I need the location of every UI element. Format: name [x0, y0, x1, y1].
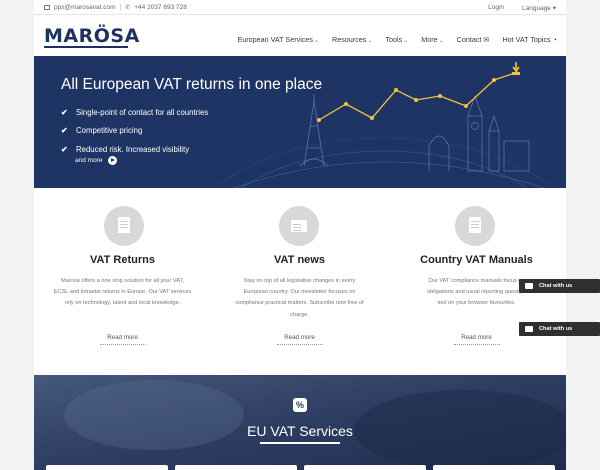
chevron-down-icon: ⌄ [367, 38, 373, 44]
nav-item-tools[interactable]: Tools⌄ [385, 35, 408, 44]
login-link[interactable]: Login [488, 4, 504, 12]
description-line: European country. Our newsletter focuses… [243, 289, 356, 296]
language-dropdown[interactable]: Language ▾ [522, 4, 556, 12]
description-line: rely on technology, talent and local kno… [64, 300, 181, 307]
phone-icon: ✆ [125, 5, 131, 11]
hero-title: All European VAT returns in one place [61, 76, 323, 93]
description-line: charge. [290, 311, 309, 318]
services-section: % EU VAT Services [34, 375, 566, 470]
nav-label: European VAT Services [237, 35, 313, 44]
page: pps@marosavat.com | ✆ +44 2037 693 728 L… [0, 0, 600, 470]
service-card[interactable] [304, 465, 426, 470]
logo[interactable]: MARÖSA [44, 25, 140, 47]
top-links: Login Language ▾ [488, 4, 556, 12]
contact-info: pps@marosavat.com | ✆ +44 2037 693 728 [44, 4, 187, 11]
chevron-down-icon: ▾ [552, 5, 556, 12]
percent-icon: % [293, 398, 307, 412]
chat-label: Chat with us [539, 326, 573, 332]
description-line: compliance practical matters. Subscribe … [235, 300, 364, 307]
main-nav: European VAT Services⌄ Resources⌄ Tools⌄… [237, 35, 557, 44]
hero-benefits: ✔ Single-point of contact for all countri… [61, 103, 208, 159]
hero-benefit: ✔ Single-point of contact for all countri… [61, 103, 208, 122]
nav-label: Hot VAT Topics [502, 35, 551, 44]
email-link[interactable]: pps@marosavat.com [54, 4, 116, 11]
nav-label: Resources [332, 35, 367, 44]
envelope-icon [44, 5, 50, 10]
nav-label: Contact [456, 35, 482, 44]
document-icon [104, 206, 144, 246]
service-card[interactable] [433, 465, 555, 470]
description-line: tool on your browser favourites. [437, 300, 516, 307]
language-label: Language [522, 5, 551, 12]
chat-label: Chat with us [539, 283, 573, 289]
description-line: ECSL and Intrastat returns in Europe. Ou… [53, 289, 192, 296]
news-icon [279, 206, 319, 246]
nav-item-more[interactable]: More⌄ [421, 35, 443, 44]
site-header: MARÖSA European VAT Services⌄ Resources⌄… [34, 15, 566, 56]
service-card[interactable] [46, 465, 168, 470]
nav-item-european-vat-services[interactable]: European VAT Services⌄ [237, 35, 319, 44]
chevron-down-icon: ⌄ [403, 38, 409, 44]
feature-title: VAT news [274, 254, 325, 266]
feature-title: VAT Returns [90, 254, 155, 266]
separator: | [119, 4, 122, 11]
check-icon: ✔ [61, 107, 68, 117]
chat-button[interactable]: Chat with us [519, 322, 600, 336]
services-title: EU VAT Services [247, 423, 353, 439]
hero-banner: All European VAT returns in one place ✔ S… [34, 56, 566, 188]
play-circle-icon [108, 156, 118, 165]
read-more-link[interactable]: Read more [34, 334, 211, 345]
envelope-icon: ✉ [483, 35, 490, 44]
description-line: Marosa offers a one stop solution for al… [61, 278, 184, 284]
benefit-text: Single-point of contact for all countrie… [76, 107, 209, 117]
read-more-link[interactable]: Read more [211, 334, 388, 345]
phone-number[interactable]: +44 2037 693 728 [134, 4, 187, 11]
check-icon: ✔ [61, 144, 68, 154]
feature-title: Country VAT Manuals [420, 254, 533, 266]
benefit-text: Competitive pricing [76, 126, 143, 136]
feature-description: Stay on top of all legislative changes i… [227, 276, 372, 321]
logo-underline [44, 46, 128, 48]
nav-label: More [421, 35, 438, 44]
rss-icon: ◔ [552, 35, 557, 44]
features-section: VAT Returns Marosa offers a one stop sol… [34, 188, 566, 375]
nav-item-contact[interactable]: Contact ✉ [457, 35, 490, 44]
nav-item-hot-vat-topics[interactable]: Hot VAT Topics ◔ [502, 35, 557, 44]
service-card[interactable] [175, 465, 297, 470]
title-divider [260, 442, 340, 444]
nav-item-resources[interactable]: Resources⌄ [332, 35, 372, 44]
feature-description: Marosa offers a one stop solution for al… [50, 276, 195, 310]
manual-icon [455, 206, 495, 246]
hero-benefit: ✔ Competitive pricing [61, 122, 208, 141]
check-icon: ✔ [61, 126, 68, 136]
nav-label: Tools [385, 35, 403, 44]
description-line: Stay on top of all legislative changes i… [243, 278, 356, 284]
and-more-label: and more [75, 157, 103, 164]
benefit-text: Reduced risk. Increased visibility [76, 144, 190, 154]
chat-button[interactable]: Chat with us [519, 279, 600, 293]
and-more-link[interactable]: and more [75, 156, 118, 165]
chevron-down-icon: ⌄ [313, 38, 320, 44]
top-bar: pps@marosavat.com | ✆ +44 2037 693 728 L… [34, 0, 566, 15]
chevron-down-icon: ⌄ [438, 38, 444, 44]
